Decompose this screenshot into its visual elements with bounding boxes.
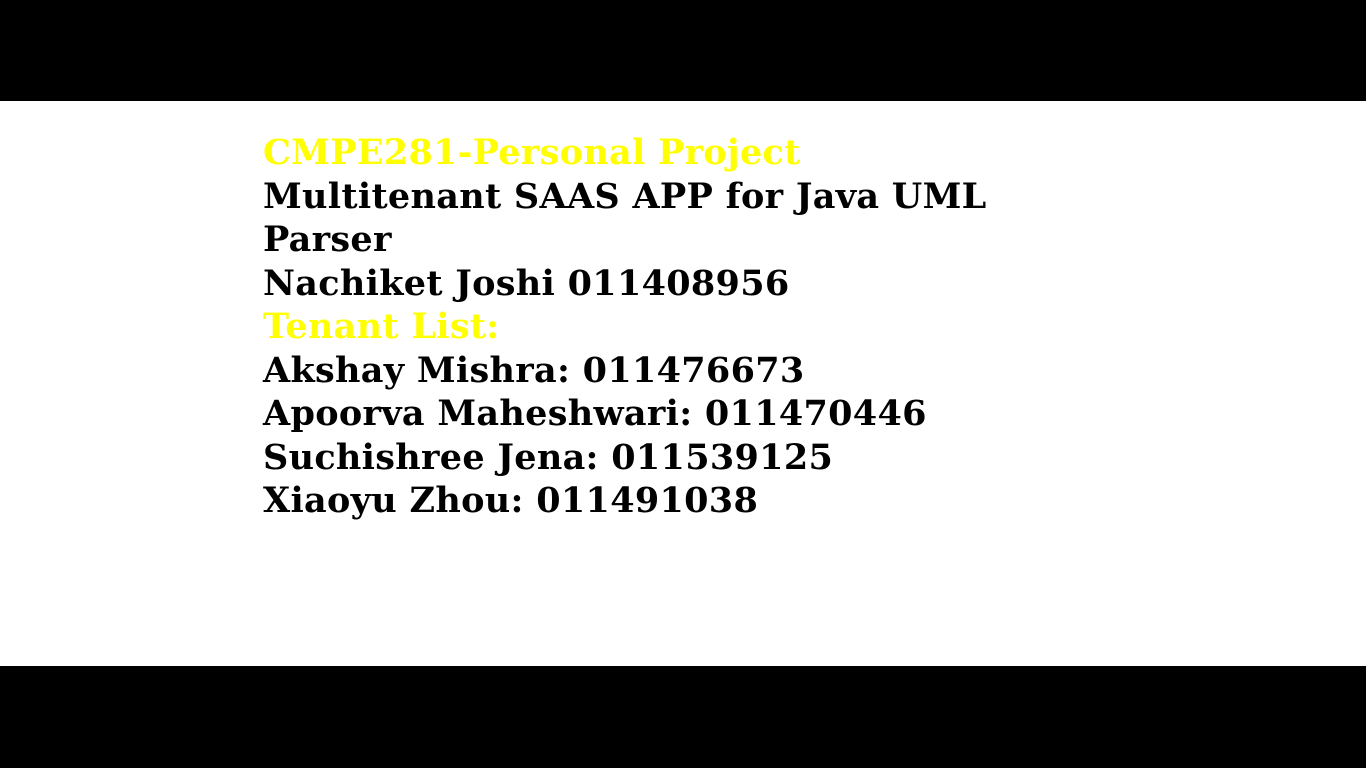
tenant-item: Apoorva Maheshwari: 011470446 xyxy=(263,393,927,434)
tenant-item: Xiaoyu Zhou: 011491038 xyxy=(263,480,759,521)
letterbox-bottom xyxy=(0,666,1366,768)
author-line: Nachiket Joshi 011408956 xyxy=(263,262,790,304)
letterbox-top xyxy=(0,0,1366,101)
tenant-item: Akshay Mishra: 011476673 xyxy=(263,349,805,391)
tenant-list-heading: Tenant List: xyxy=(263,306,500,347)
slide-text-block: CMPE281-Personal Project Multitenant SAA… xyxy=(263,131,1023,523)
project-title: CMPE281-Personal Project xyxy=(263,132,801,173)
app-description: Multitenant SAAS APP for Java UML Parser xyxy=(263,175,987,261)
tenant-item: Suchishree Jena: 011539125 xyxy=(263,436,834,478)
